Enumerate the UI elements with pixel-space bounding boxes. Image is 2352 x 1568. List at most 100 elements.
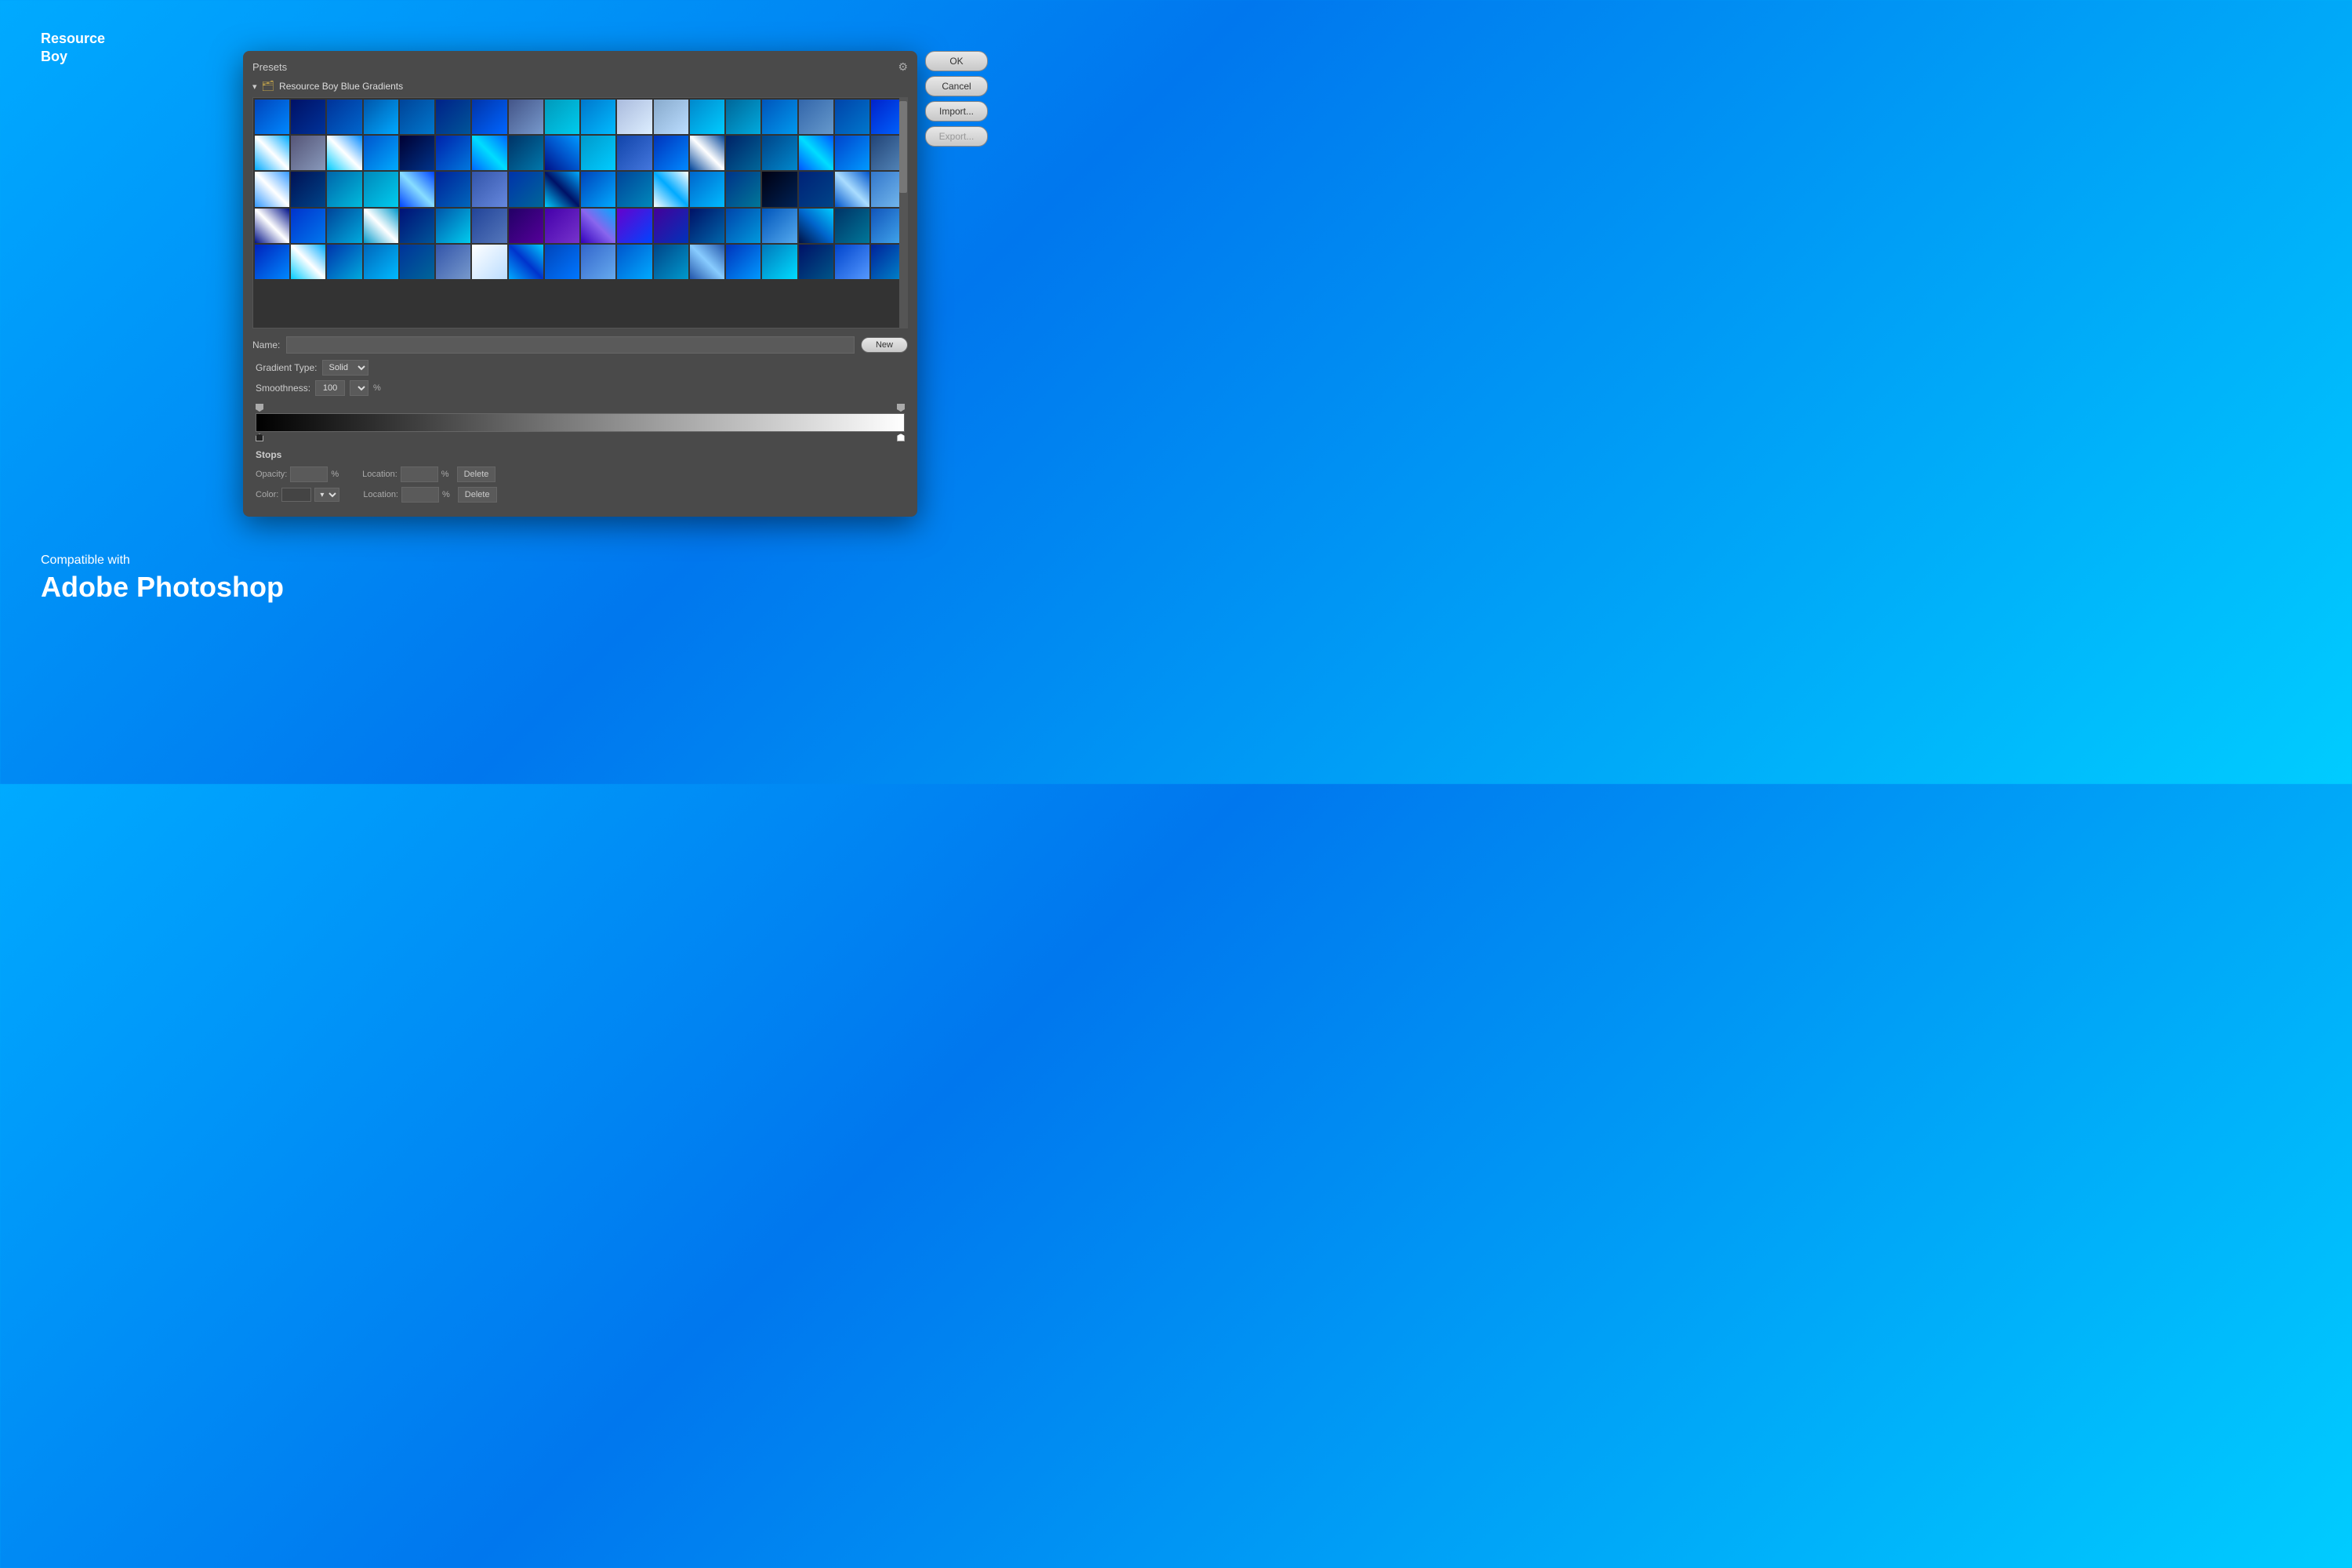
- gradient-swatch-78[interactable]: [436, 245, 470, 279]
- gradient-swatch-9[interactable]: [545, 100, 579, 134]
- gradient-swatch-44[interactable]: [509, 172, 543, 206]
- gradient-swatch-17[interactable]: [835, 100, 869, 134]
- gradient-swatch-82[interactable]: [581, 245, 615, 279]
- gradient-swatch-52[interactable]: [799, 172, 833, 206]
- gradient-swatch-43[interactable]: [472, 172, 506, 206]
- opacity-stop-right[interactable]: [897, 404, 905, 412]
- gradient-swatch-56[interactable]: [291, 209, 325, 243]
- gradient-swatch-70[interactable]: [799, 209, 833, 243]
- gradient-swatch-1[interactable]: [255, 100, 289, 134]
- gradient-swatch-69[interactable]: [762, 209, 797, 243]
- opacity-input[interactable]: [290, 466, 328, 482]
- gradient-swatch-3[interactable]: [327, 100, 361, 134]
- gradient-swatch-45[interactable]: [545, 172, 579, 206]
- gradient-swatch-30[interactable]: [654, 136, 688, 170]
- gradient-swatch-80[interactable]: [509, 245, 543, 279]
- export-button[interactable]: Export...: [925, 126, 988, 147]
- folder-arrow-icon[interactable]: ▾: [252, 82, 257, 92]
- location-input-2[interactable]: [401, 487, 439, 503]
- gradient-swatch-15[interactable]: [762, 100, 797, 134]
- gradient-swatch-24[interactable]: [436, 136, 470, 170]
- gradient-swatch-83[interactable]: [617, 245, 652, 279]
- gradient-swatch-88[interactable]: [799, 245, 833, 279]
- gradient-swatch-27[interactable]: [545, 136, 579, 170]
- name-input[interactable]: [286, 336, 855, 354]
- gradient-swatch-50[interactable]: [726, 172, 760, 206]
- smoothness-dropdown[interactable]: ▾: [350, 380, 368, 396]
- gradient-swatch-31[interactable]: [690, 136, 724, 170]
- gradient-swatch-84[interactable]: [654, 245, 688, 279]
- gradient-swatch-41[interactable]: [400, 172, 434, 206]
- gradient-swatch-8[interactable]: [509, 100, 543, 134]
- import-button[interactable]: Import...: [925, 101, 988, 122]
- gradient-type-dropdown[interactable]: Solid Noise: [322, 360, 368, 376]
- gradient-swatch-39[interactable]: [327, 172, 361, 206]
- gradient-swatch-67[interactable]: [690, 209, 724, 243]
- gradient-swatch-71[interactable]: [835, 209, 869, 243]
- delete-button-2[interactable]: Delete: [458, 487, 497, 503]
- location-input-1[interactable]: [401, 466, 438, 482]
- gradient-swatch-58[interactable]: [364, 209, 398, 243]
- gradient-swatch-35[interactable]: [835, 136, 869, 170]
- gradient-swatch-53[interactable]: [835, 172, 869, 206]
- gradient-swatch-16[interactable]: [799, 100, 833, 134]
- gear-icon[interactable]: ⚙: [898, 60, 908, 74]
- scrollbar-thumb[interactable]: [899, 101, 907, 193]
- gradient-swatch-21[interactable]: [327, 136, 361, 170]
- gradient-swatch-79[interactable]: [472, 245, 506, 279]
- gradient-swatch-22[interactable]: [364, 136, 398, 170]
- color-stop-right[interactable]: [897, 434, 905, 441]
- gradient-swatch-33[interactable]: [762, 136, 797, 170]
- gradient-swatch-55[interactable]: [255, 209, 289, 243]
- gradient-swatch-61[interactable]: [472, 209, 506, 243]
- gradient-swatch-75[interactable]: [327, 245, 361, 279]
- new-button[interactable]: New: [861, 337, 908, 353]
- gradient-swatch-10[interactable]: [581, 100, 615, 134]
- gradient-swatch-62[interactable]: [509, 209, 543, 243]
- gradient-swatch-89[interactable]: [835, 245, 869, 279]
- gradient-swatch-32[interactable]: [726, 136, 760, 170]
- gradient-swatch-47[interactable]: [617, 172, 652, 206]
- gradient-swatch-37[interactable]: [255, 172, 289, 206]
- gradient-swatch-4[interactable]: [364, 100, 398, 134]
- gradient-swatch-65[interactable]: [617, 209, 652, 243]
- gradient-swatch-34[interactable]: [799, 136, 833, 170]
- gradient-bar[interactable]: [256, 413, 905, 432]
- gradient-swatch-87[interactable]: [762, 245, 797, 279]
- gradient-swatch-59[interactable]: [400, 209, 434, 243]
- gradient-swatch-20[interactable]: [291, 136, 325, 170]
- gradient-swatch-51[interactable]: [762, 172, 797, 206]
- gradient-swatch-2[interactable]: [291, 100, 325, 134]
- gradient-swatch-5[interactable]: [400, 100, 434, 134]
- gradient-swatch-40[interactable]: [364, 172, 398, 206]
- gradient-swatch-57[interactable]: [327, 209, 361, 243]
- color-swatch[interactable]: [281, 488, 311, 502]
- gradient-swatch-63[interactable]: [545, 209, 579, 243]
- gradient-swatch-77[interactable]: [400, 245, 434, 279]
- gradient-swatch-85[interactable]: [690, 245, 724, 279]
- gradient-swatch-49[interactable]: [690, 172, 724, 206]
- opacity-stop-left[interactable]: [256, 404, 263, 412]
- smoothness-input[interactable]: [315, 380, 345, 396]
- gradient-swatch-68[interactable]: [726, 209, 760, 243]
- color-stop-left[interactable]: [256, 434, 263, 441]
- gradient-swatch-14[interactable]: [726, 100, 760, 134]
- gradient-swatch-19[interactable]: [255, 136, 289, 170]
- delete-button-1[interactable]: Delete: [457, 466, 496, 482]
- gradient-swatch-38[interactable]: [291, 172, 325, 206]
- color-dropdown[interactable]: ▾: [314, 488, 339, 502]
- gradient-swatch-13[interactable]: [690, 100, 724, 134]
- gradient-swatch-76[interactable]: [364, 245, 398, 279]
- cancel-button[interactable]: Cancel: [925, 76, 988, 96]
- gradient-swatch-48[interactable]: [654, 172, 688, 206]
- gradient-swatch-81[interactable]: [545, 245, 579, 279]
- scrollbar-vertical[interactable]: [899, 98, 907, 328]
- gradient-swatch-86[interactable]: [726, 245, 760, 279]
- gradient-swatch-23[interactable]: [400, 136, 434, 170]
- gradient-swatch-66[interactable]: [654, 209, 688, 243]
- gradient-swatch-29[interactable]: [617, 136, 652, 170]
- gradient-swatch-11[interactable]: [617, 100, 652, 134]
- gradient-swatch-26[interactable]: [509, 136, 543, 170]
- gradient-swatch-64[interactable]: [581, 209, 615, 243]
- gradient-swatch-7[interactable]: [472, 100, 506, 134]
